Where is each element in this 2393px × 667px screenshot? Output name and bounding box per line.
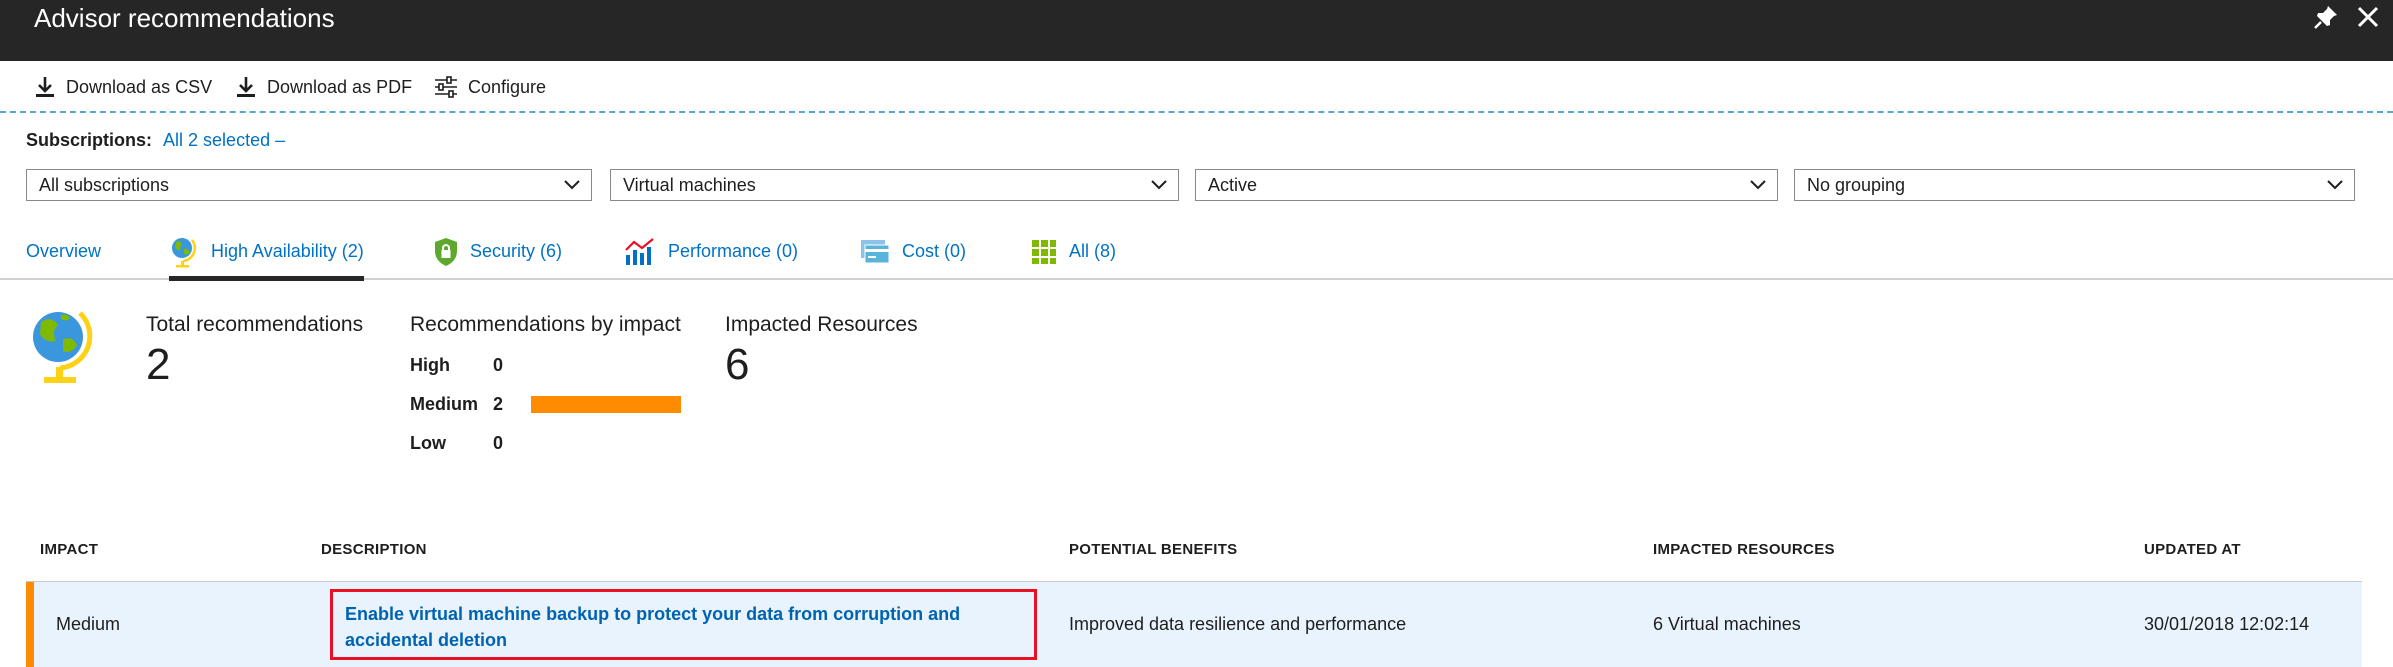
tab-high-availability[interactable]: High Availability (2) [169, 225, 364, 281]
impact-count: 0 [493, 355, 504, 375]
download-csv-label: Download as CSV [66, 76, 213, 97]
status-dropdown-value: Active [1208, 175, 1258, 195]
tab-all-label: All (8) [1069, 241, 1117, 261]
resource-type-dropdown-value: Virtual machines [623, 175, 756, 195]
configure-label: Configure [468, 76, 547, 97]
impact-medium-row: Medium 2 [410, 394, 503, 415]
globe-icon [172, 237, 197, 267]
highlighted-description: Enable virtual machine backup to protect… [330, 589, 1037, 660]
subscription-dropdown-value: All subscriptions [39, 175, 170, 195]
download-icon [36, 77, 54, 97]
tab-overview-label: Overview [26, 241, 102, 261]
tab-all[interactable]: All (8) [1031, 225, 1116, 278]
category-tabs: Overview High Availability (2) Security … [0, 225, 2393, 281]
column-header-updated-at[interactable]: UPDATED AT [2144, 541, 2241, 558]
tab-performance[interactable]: Performance (0) [624, 225, 798, 278]
subscriptions-label: Subscriptions: [26, 130, 153, 150]
configure-button[interactable]: Configure [434, 73, 546, 101]
tab-high-availability-label: High Availability (2) [211, 241, 364, 261]
impact-count: 0 [493, 433, 504, 453]
chevron-down-icon [2327, 180, 2343, 190]
impact-high-row: High 0 [410, 355, 503, 376]
grouping-dropdown[interactable]: No grouping [1794, 169, 2355, 201]
chevron-down-icon [564, 180, 580, 190]
column-header-impact[interactable]: IMPACT [40, 541, 98, 558]
blade-title: Advisor recommendations [34, 3, 335, 33]
recommendation-description-link[interactable]: Enable virtual machine backup to protect… [345, 601, 1035, 653]
high-availability-globe-icon [28, 307, 98, 387]
pin-icon[interactable] [2311, 2, 2341, 32]
subscription-dropdown[interactable]: All subscriptions [26, 169, 592, 201]
tab-performance-label: Performance (0) [668, 241, 799, 261]
recommendations-by-impact-label: Recommendations by impact [410, 313, 681, 336]
tab-security[interactable]: Security (6) [434, 225, 562, 278]
impact-level-label: Low [410, 433, 446, 453]
chevron-down-icon [1750, 180, 1766, 190]
impact-color-indicator [26, 582, 34, 667]
close-icon[interactable] [2351, 0, 2385, 34]
tab-security-label: Security (6) [470, 241, 563, 261]
chevron-down-icon [1151, 180, 1167, 190]
download-pdf-label: Download as PDF [267, 76, 413, 97]
command-bar: Download as CSV Download as PDF Configur… [0, 61, 2393, 113]
download-icon [237, 77, 255, 97]
tab-cost-label: Cost (0) [902, 241, 967, 261]
column-header-description[interactable]: DESCRIPTION [321, 541, 427, 558]
table-row[interactable]: Medium Enable virtual machine backup to … [26, 581, 2362, 667]
medium-impact-bar [531, 396, 681, 413]
impact-level-label: High [410, 355, 450, 375]
impact-level-label: Medium [410, 394, 479, 414]
impact-low-row: Low 0 [410, 433, 503, 454]
performance-chart-icon [625, 237, 654, 265]
column-header-potential-benefits[interactable]: POTENTIAL BENEFITS [1069, 541, 1237, 558]
subscriptions-selector-link[interactable]: All 2 selected – [163, 130, 285, 150]
impact-count: 2 [493, 394, 504, 414]
row-updated-at: 30/01/2018 12:02:14 [2144, 614, 2310, 634]
total-recommendations-value: 2 [146, 340, 171, 389]
tab-overview[interactable]: Overview [26, 225, 101, 278]
download-pdf-button[interactable]: Download as PDF [235, 73, 412, 101]
subscriptions-filter: Subscriptions: All 2 selected – [26, 130, 285, 151]
grid-icon [1032, 239, 1056, 264]
row-impacted-resources: 6 Virtual machines [1653, 614, 1801, 634]
settings-sliders-icon [435, 76, 457, 98]
impacted-resources-label: Impacted Resources [725, 313, 918, 336]
row-potential-benefits: Improved data resilience and performance [1069, 614, 1407, 634]
total-recommendations-label: Total recommendations [146, 313, 364, 336]
medium-impact-bar-fill [531, 396, 681, 413]
download-csv-button[interactable]: Download as CSV [34, 73, 212, 101]
impacted-resources-value: 6 [725, 340, 750, 389]
grouping-dropdown-value: No grouping [1807, 175, 1906, 195]
tab-cost[interactable]: Cost (0) [860, 225, 966, 278]
shield-lock-icon [435, 237, 457, 266]
column-header-impacted-resources[interactable]: IMPACTED RESOURCES [1653, 541, 1835, 558]
cost-card-icon [861, 239, 890, 263]
resource-type-dropdown[interactable]: Virtual machines [610, 169, 1179, 201]
title-bar: Advisor recommendations [0, 0, 2393, 61]
status-dropdown[interactable]: Active [1195, 169, 1778, 201]
row-impact: Medium [56, 614, 121, 634]
